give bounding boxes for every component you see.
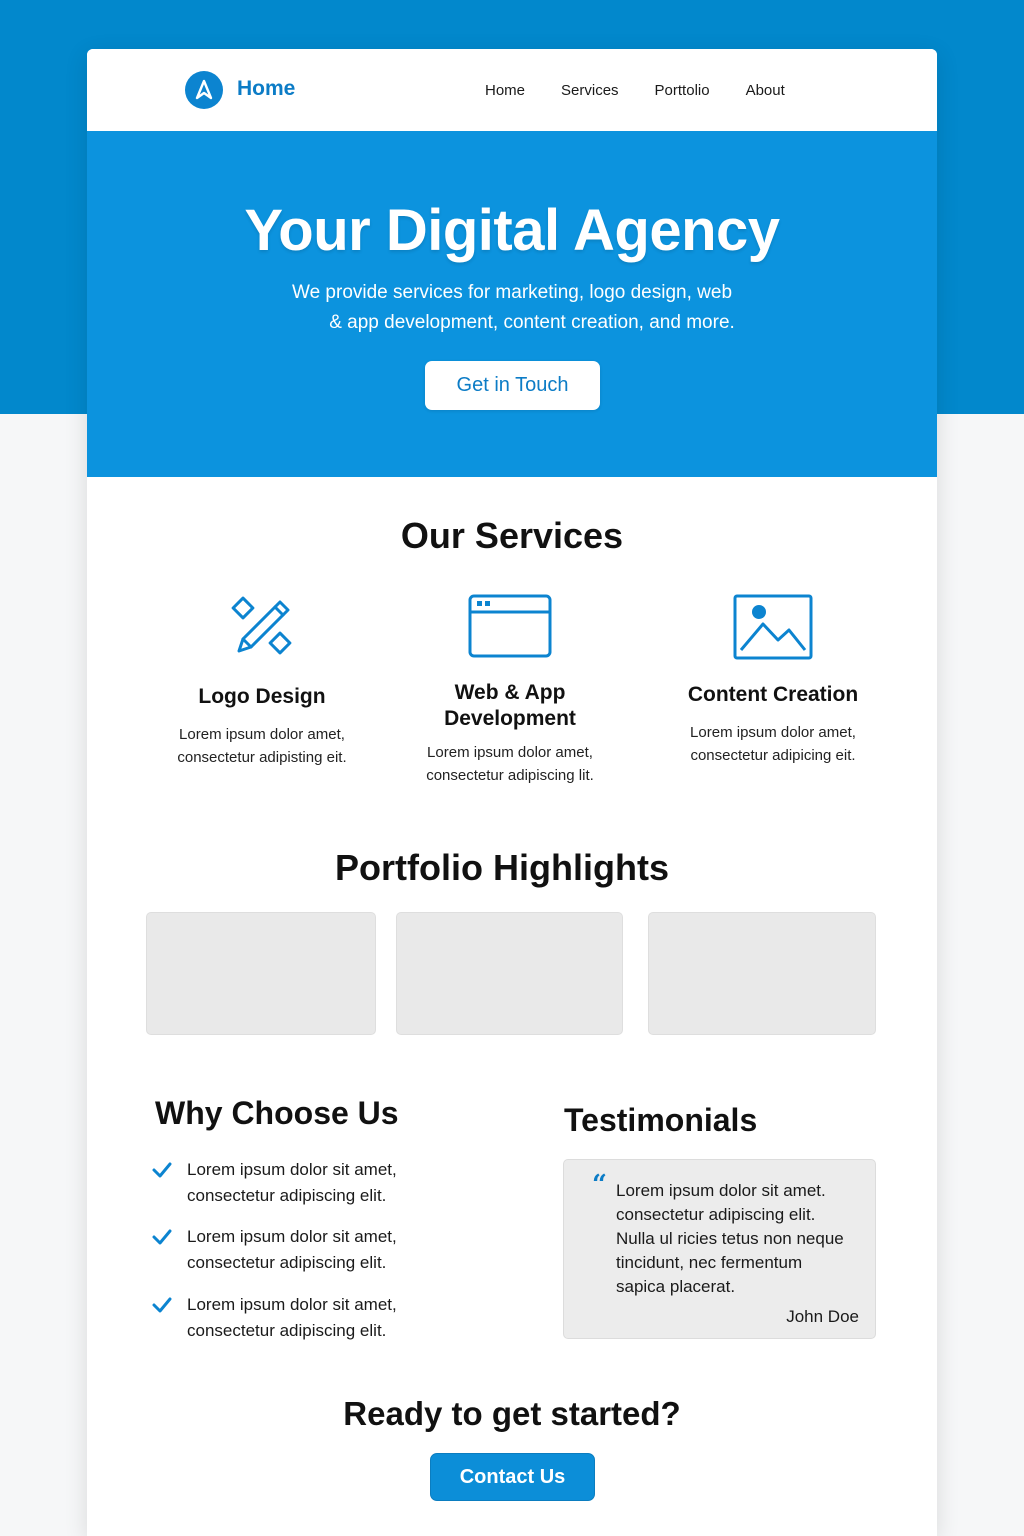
hero-title: Your Digital Agency [244,198,780,263]
why-item-line1: Lorem ipsum dolor sit amet, [187,1295,397,1314]
service-description: Lorem ipsum dolor amet, consectetur adip… [673,721,873,767]
nav-link-services[interactable]: Services [561,82,619,99]
get-in-touch-button[interactable]: Get in Touch [425,361,600,410]
brand-name[interactable]: Home [237,77,295,101]
why-item-line2: consectetur adipiscing elit. [187,1253,387,1272]
service-desc-line1: Lorem ipsum dolor amet, [179,726,345,743]
nav-link-portfolio[interactable]: Porttolio [655,82,710,99]
portfolio-thumbnail[interactable] [146,912,376,1035]
why-item-text: Lorem ipsum dolor sit amet, consectetur … [187,1157,447,1209]
service-title: Content Creation [687,683,859,706]
why-item-line1: Lorem ipsum dolor sit amet, [187,1160,397,1179]
why-item-line2: consectetur adipiscing elit. [187,1321,387,1340]
why-list-item: Lorem ipsum dolor sit amet, consectetur … [151,1224,451,1278]
hero-subtitle-line2: & app development, content creation, and… [329,312,735,333]
service-desc-line2: consectetur adipicing eit. [690,747,856,764]
logo-icon[interactable] [185,71,223,109]
testimonials-title: Testimonials [564,1102,758,1138]
nav-link-home[interactable]: Home [485,82,525,99]
quote-icon: “ [592,1170,607,1200]
service-description: Lorem ipsum dolor amet, consectetur adip… [157,723,367,769]
why-item-line2: consectetur adipiscing elit. [187,1186,387,1205]
testimonial-line: tincidunt, nec fermentum [616,1253,803,1272]
hero-subtitle-line1: We provide services for marketing, logo … [291,282,733,303]
why-item-line1: Lorem ipsum dolor sit amet, [187,1227,397,1246]
nav-link-about[interactable]: About [746,82,785,99]
why-list-item: Lorem ipsum dolor sit amet, consectetur … [151,1157,451,1211]
portfolio-thumbnail[interactable] [648,912,876,1035]
website-card: Home Home Services Porttolio About Your … [87,49,937,1536]
testimonial-line: sapica placerat. [616,1277,736,1296]
image-icon [733,594,813,660]
testimonial-author: John Doe [786,1307,859,1326]
why-item-text: Lorem ipsum dolor sit amet, consectetur … [187,1224,447,1276]
service-title: Web & App Development [405,680,615,732]
services-title: Our Services [400,515,624,556]
hero-section: Your Digital Agency We provide services … [87,131,937,477]
why-list-item: Lorem ipsum dolor sit amet, consectetur … [151,1292,451,1346]
testimonial-line: consectetur adipiscing elit. [616,1205,816,1224]
portfolio-title: Portfolio Highlights [335,847,669,888]
testimonial-card: “ Lorem ipsum dolor sit amet. consectetu… [563,1159,876,1339]
service-content-creation: Content Creation Lorem ipsum dolor amet,… [673,594,873,767]
check-icon [152,1162,172,1178]
cta-title: Ready to get started? [343,1395,681,1432]
testimonial-line: Lorem ipsum dolor sit amet. [616,1181,826,1200]
pencil-ruler-icon [231,596,292,655]
service-desc-line2: consectetur adipisting eit. [177,749,347,766]
service-title: Logo Design [198,685,326,708]
check-icon [152,1229,172,1245]
service-title-line2: Development [444,707,576,730]
service-desc-line1: Lorem ipsum dolor amet, [427,744,593,761]
portfolio-thumbnail[interactable] [396,912,623,1035]
nav-links: Home Services Porttolio About [485,82,821,99]
service-title-line1: Web & App [454,681,566,704]
check-icon [152,1297,172,1313]
navbar: Home Home Services Porttolio About [87,49,937,131]
service-desc-line1: Lorem ipsum dolor amet, [690,724,856,741]
contact-us-button[interactable]: Contact Us [430,1453,595,1501]
hero-subtitle: We provide services for marketing, logo … [262,278,762,338]
service-web-app-development: Web & App Development Lorem ipsum dolor … [405,594,615,787]
service-desc-line2: consectetur adipiscing lit. [426,767,594,784]
why-choose-us-title: Why Choose Us [155,1095,399,1131]
browser-window-icon [468,594,552,658]
testimonial-line: Nulla ul ricies tetus non neque [616,1229,844,1248]
service-description: Lorem ipsum dolor amet, consectetur adip… [405,741,615,787]
why-item-text: Lorem ipsum dolor sit amet, consectetur … [187,1292,447,1344]
service-logo-design: Logo Design Lorem ipsum dolor amet, cons… [157,594,367,769]
testimonial-text: Lorem ipsum dolor sit amet. consectetur … [616,1179,866,1299]
